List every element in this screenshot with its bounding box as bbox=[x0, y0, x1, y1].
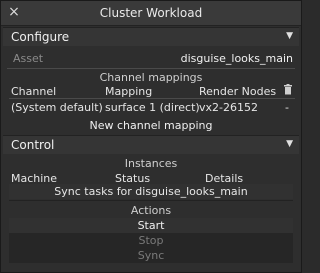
divider bbox=[9, 200, 293, 201]
instances-title: Instances bbox=[124, 157, 178, 170]
control-label: Control bbox=[11, 138, 55, 152]
channel-mappings-title: Channel mappings bbox=[99, 71, 203, 84]
title-bar: × Cluster Workload bbox=[1, 1, 301, 26]
sync-tasks-button[interactable]: Sync tasks for disguise_looks_main bbox=[9, 184, 293, 199]
divider bbox=[7, 68, 295, 69]
control-header[interactable]: Control ▼ bbox=[3, 135, 299, 154]
cluster-workload-window: × Cluster Workload Configure ▼ Asset dis… bbox=[0, 0, 302, 273]
asset-label: Asset bbox=[13, 52, 44, 65]
configure-label: Configure bbox=[11, 30, 70, 44]
sync-button: Sync bbox=[9, 248, 293, 263]
mapping-row-mapping[interactable]: surface 1 (direct) bbox=[105, 101, 200, 114]
new-channel-mapping-button[interactable]: New channel mapping bbox=[1, 119, 301, 132]
asset-value[interactable]: disguise_looks_main bbox=[181, 52, 293, 65]
divider bbox=[9, 98, 295, 99]
mapping-row-render-nodes[interactable]: vx2-26152 bbox=[199, 101, 258, 114]
collapse-triangle-icon[interactable]: ▼ bbox=[286, 31, 293, 41]
collapse-triangle-icon[interactable]: ▼ bbox=[286, 139, 293, 149]
column-header-render-nodes: Render Nodes bbox=[199, 85, 277, 98]
column-header-mapping: Mapping bbox=[105, 85, 153, 98]
mapping-row-channel[interactable]: (System default) bbox=[11, 101, 103, 114]
asset-row: Asset disguise_looks_main bbox=[3, 51, 299, 67]
stop-button: Stop bbox=[9, 233, 293, 248]
window-title: Cluster Workload bbox=[99, 6, 203, 20]
start-button[interactable]: Start bbox=[9, 218, 293, 233]
trash-icon[interactable] bbox=[283, 84, 293, 95]
actions-title: Actions bbox=[130, 204, 172, 217]
mapping-row-extra: - bbox=[285, 101, 289, 114]
configure-header[interactable]: Configure ▼ bbox=[3, 27, 299, 46]
column-header-channel: Channel bbox=[11, 85, 57, 98]
